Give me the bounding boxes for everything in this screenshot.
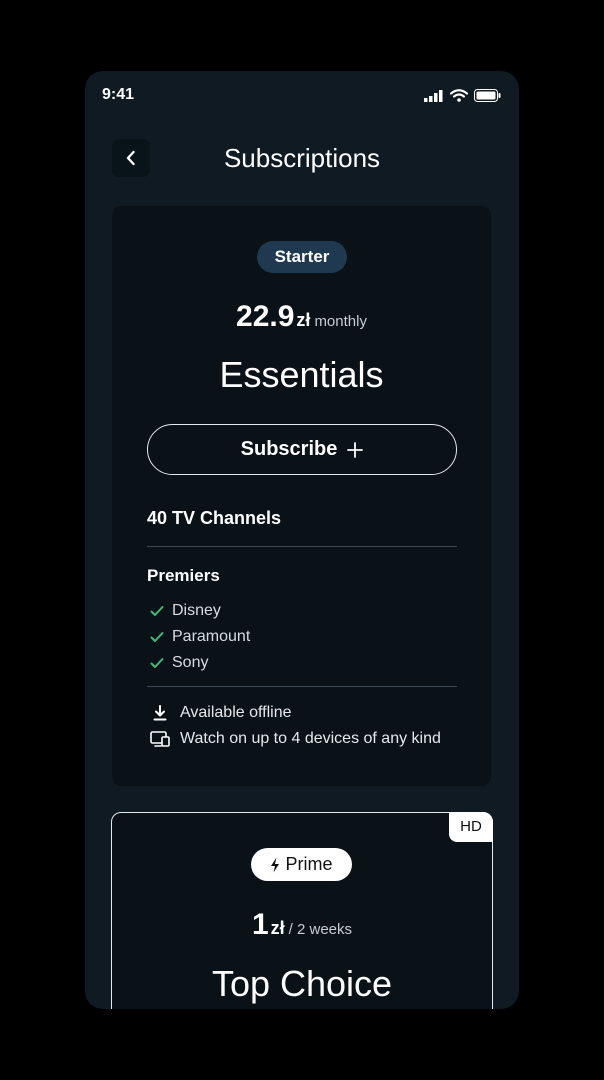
list-item: Disney xyxy=(150,598,250,624)
page-title: Subscriptions xyxy=(223,143,381,173)
premiers-title: Premiers xyxy=(147,566,220,585)
devices-icon xyxy=(150,731,170,747)
price-amount: 1 xyxy=(251,908,269,941)
check-icon xyxy=(150,658,164,668)
lightning-icon xyxy=(271,857,280,872)
divider xyxy=(147,686,457,687)
subscribe-label: Subscribe xyxy=(240,438,338,460)
price-period: monthly xyxy=(314,313,367,330)
price-currency: zł xyxy=(270,918,285,938)
plan-name: Top Choice xyxy=(211,963,393,1004)
plan-name: Essentials xyxy=(219,354,384,395)
plan-card-essentials: Starter 22.9 zł monthly Essentials Subscri… xyxy=(112,206,491,786)
check-icon xyxy=(150,632,164,642)
premier-label: Disney xyxy=(172,602,221,619)
tier-label: Prime xyxy=(285,854,333,874)
price-currency: zł xyxy=(296,310,311,330)
phone-screen: 9:41 Subscriptions Starter 22.9 zł month… xyxy=(85,71,519,1009)
status-time: 9:41 xyxy=(102,86,135,103)
list-item: Paramount xyxy=(150,624,250,650)
status-bar: 9:41 xyxy=(85,71,519,121)
battery-icon xyxy=(474,89,501,102)
signal-icon xyxy=(424,89,443,102)
hd-badge: HD xyxy=(449,812,493,842)
status-icons xyxy=(424,89,501,102)
premier-label: Sony xyxy=(172,654,209,671)
tier-badge: Prime xyxy=(251,848,352,881)
header: Subscriptions xyxy=(85,137,519,177)
tier-badge: Starter xyxy=(257,241,347,273)
price-period: / 2 weeks xyxy=(288,921,353,938)
feature-devices: Watch on up to 4 devices of any kind xyxy=(150,730,441,748)
plus-icon xyxy=(347,441,364,458)
list-item: Sony xyxy=(150,650,250,676)
price-amount: 22.9 xyxy=(236,300,295,333)
premier-label: Paramount xyxy=(172,628,251,645)
download-icon xyxy=(153,705,167,721)
plan-card-top-choice[interactable]: HD Prime 1 zł/ 2 weeks Top Choice xyxy=(111,812,493,1009)
feature-label: Available offline xyxy=(180,704,292,721)
divider xyxy=(147,546,457,547)
feature-label: Watch on up to 4 devices of any kind xyxy=(180,730,441,747)
check-icon xyxy=(150,606,164,616)
channel-count: 40 TV Channels xyxy=(147,508,282,528)
price-row: 22.9 zł monthly xyxy=(112,300,491,334)
price-row: 1 zł/ 2 weeks xyxy=(112,908,492,942)
feature-offline: Available offline xyxy=(150,704,292,722)
premier-list: Disney Paramount Sony xyxy=(150,598,250,676)
subscribe-button[interactable]: Subscribe xyxy=(147,424,457,475)
wifi-icon xyxy=(450,89,468,102)
